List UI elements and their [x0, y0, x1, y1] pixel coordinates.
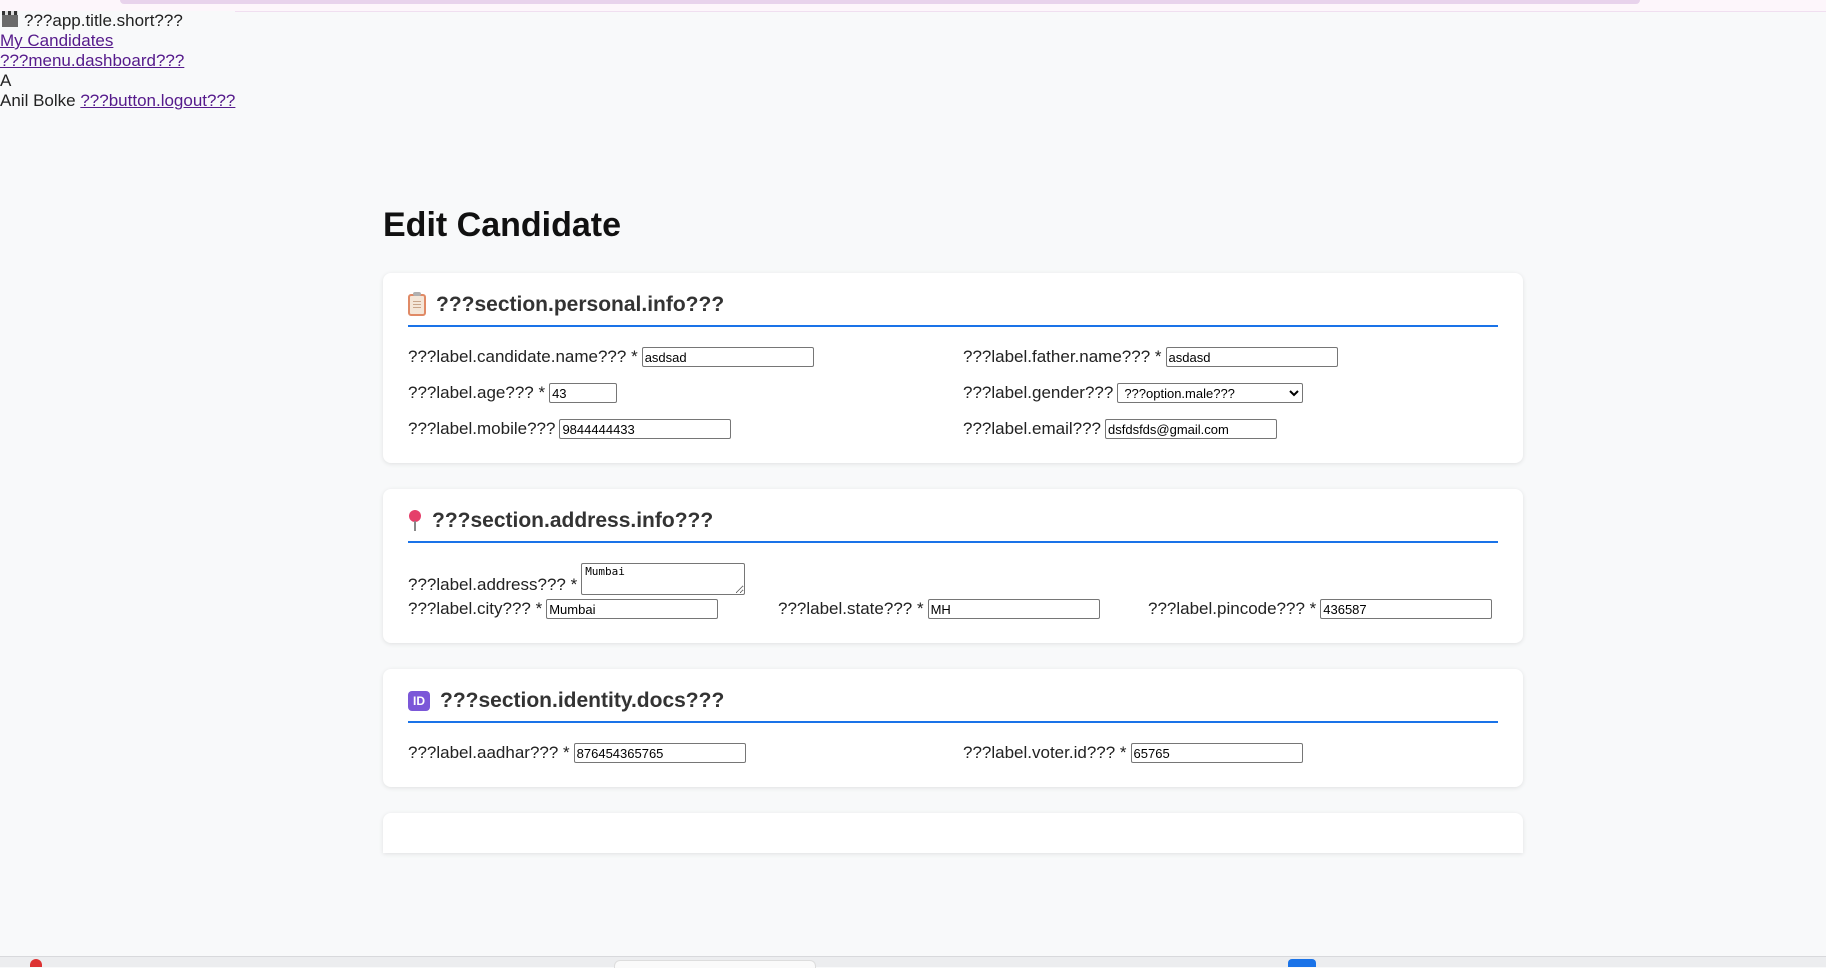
aadhar-label: ???label.aadhar??? *: [408, 743, 570, 762]
age-input[interactable]: [549, 383, 618, 403]
taskbar-strip: [0, 956, 1826, 968]
identity-docs-heading: ???section.identity.docs???: [440, 689, 725, 712]
father-name-field: ???label.father.name??? *: [963, 347, 1498, 367]
mobile-label: ???label.mobile???: [408, 419, 556, 438]
id-icon: ID: [408, 691, 430, 711]
email-label: ???label.email???: [963, 419, 1101, 438]
personal-info-card: ???section.personal.info??? ???label.can…: [383, 273, 1523, 463]
candidate-name-label: ???label.candidate.name??? *: [408, 347, 638, 366]
user-name: Anil Bolke: [0, 91, 76, 110]
address-field: ???label.address??? * Mumbai: [408, 563, 1498, 595]
next-section-card: [383, 813, 1523, 853]
address-info-heading: ???section.address.info???: [432, 509, 714, 532]
email-field: ???label.email???: [963, 419, 1498, 439]
personal-info-heading: ???section.personal.info???: [436, 293, 725, 316]
voter-id-input[interactable]: [1130, 743, 1303, 763]
gender-field: ???label.gender??? ???option.male???: [963, 383, 1498, 403]
aadhar-field: ???label.aadhar??? *: [408, 743, 943, 763]
taskbar-search[interactable]: [614, 960, 816, 968]
main-content: Edit Candidate ???section.personal.info?…: [383, 205, 1523, 853]
father-name-input[interactable]: [1165, 347, 1338, 367]
mobile-input[interactable]: [559, 419, 732, 439]
pincode-input[interactable]: [1320, 599, 1493, 619]
app-title: ???app.title.short???: [24, 11, 183, 30]
dashboard-link[interactable]: ???menu.dashboard???: [0, 51, 184, 70]
pincode-label: ???label.pincode??? *: [1148, 599, 1317, 618]
top-navigation: ???app.title.short??? My Candidates ???m…: [0, 11, 236, 111]
address-info-header: ???section.address.info???: [408, 509, 1498, 543]
clapperboard-icon: [2, 11, 18, 27]
city-field: ???label.city??? *: [408, 599, 758, 619]
aadhar-input[interactable]: [573, 743, 746, 763]
mobile-field: ???label.mobile???: [408, 419, 943, 439]
page-title: Edit Candidate: [383, 206, 622, 244]
city-input[interactable]: [546, 599, 719, 619]
gender-select[interactable]: ???option.male???: [1117, 383, 1304, 403]
identity-docs-header: ID ???section.identity.docs???: [408, 689, 1498, 723]
state-field: ???label.state??? *: [778, 599, 1128, 619]
logout-link[interactable]: ???button.logout???: [80, 91, 235, 110]
city-label: ???label.city??? *: [408, 599, 543, 618]
clipboard-icon: [408, 292, 426, 316]
candidate-name-input[interactable]: [641, 347, 814, 367]
avatar: A: [0, 71, 12, 90]
age-field: ???label.age??? *: [408, 383, 943, 403]
email-input[interactable]: [1105, 419, 1277, 439]
my-candidates-link[interactable]: My Candidates: [0, 31, 113, 50]
address-textarea[interactable]: Mumbai: [581, 563, 746, 595]
pincode-field: ???label.pincode??? *: [1148, 599, 1498, 619]
father-name-label: ???label.father.name??? *: [963, 347, 1162, 366]
address-label: ???label.address??? *: [408, 575, 578, 594]
browser-tab-strip: [120, 0, 1640, 4]
app-title-row: ???app.title.short???: [0, 11, 235, 31]
address-info-card: ???section.address.info??? ???label.addr…: [383, 489, 1523, 643]
browser-top-strip: [0, 0, 1826, 12]
voter-id-field: ???label.voter.id??? *: [963, 743, 1498, 763]
candidate-name-field: ???label.candidate.name??? *: [408, 347, 943, 367]
voter-id-label: ???label.voter.id??? *: [963, 743, 1127, 762]
identity-docs-card: ID ???section.identity.docs??? ???label.…: [383, 669, 1523, 787]
state-label: ???label.state??? *: [778, 599, 924, 618]
pushpin-icon: [408, 510, 422, 532]
gender-label: ???label.gender???: [963, 383, 1114, 402]
state-input[interactable]: [927, 599, 1100, 619]
personal-info-header: ???section.personal.info???: [408, 292, 1498, 327]
age-label: ???label.age??? *: [408, 383, 546, 402]
